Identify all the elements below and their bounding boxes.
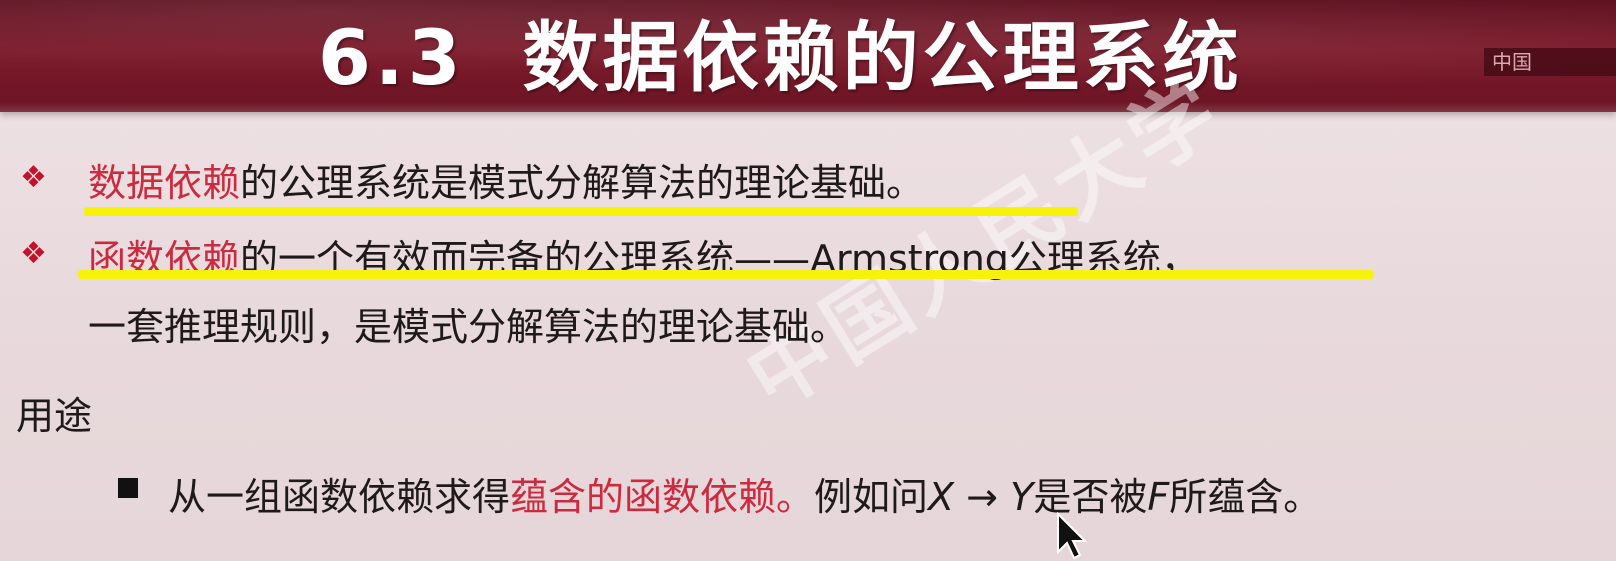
sub-item-part4: 所蕴含。 (1169, 475, 1322, 519)
bullet-1: ❖ 数据依赖的公理系统是模式分解算法的理论基础。 (0, 152, 1616, 212)
mouse-pointer-icon (1057, 512, 1088, 560)
diamond-bullet-icon: ❖ (20, 236, 47, 271)
sub-item-part2: 例如问 (814, 475, 929, 519)
variable-x: X (928, 475, 955, 519)
slide: 6.3 数据依赖的公理系统 中国 中国人民大学 ❖ 数据依赖的公理系统是模式分解算… (0, 0, 1616, 561)
bullet-2-continuation: 一套推理规则，是模式分解算法的理论基础。 (88, 296, 848, 351)
sub-item-text: 从一组函数依赖求得蕴含的函数依赖。例如问X → Y是否被F所蕴含。 (168, 466, 1321, 521)
bullet-1-rest: 的公理系统是模式分解算法的理论基础。 (240, 161, 925, 205)
section-label: 用途 (16, 394, 93, 438)
publisher-logo: 中国 (1484, 48, 1616, 76)
variable-f: F (1147, 475, 1170, 519)
highlight-underline-1 (84, 207, 1078, 216)
title-bar: 6.3 数据依赖的公理系统 中国 (0, 0, 1616, 112)
arrow-symbol: → (954, 475, 1011, 519)
sub-item-part1: 从一组函数依赖求得 (168, 475, 511, 519)
title-text: 数据依赖的公理系统 (522, 13, 1243, 102)
sub-item-red: 蕴含的函数依赖。 (510, 475, 815, 519)
diamond-bullet-icon: ❖ (20, 160, 47, 195)
bullet-1-text: 数据依赖的公理系统是模式分解算法的理论基础。 (88, 152, 924, 207)
slide-title: 6.3 数据依赖的公理系统 (318, 8, 1243, 108)
square-bullet-icon (118, 478, 138, 498)
section-number: 6.3 (318, 13, 465, 102)
variable-y: Y (1010, 475, 1034, 519)
bullet-1-highlight: 数据依赖 (88, 161, 241, 205)
highlight-underline-2 (78, 270, 1374, 279)
bullet-2: ❖ 函数依赖的一个有效而完备的公理系统——Armstrong公理系统， (0, 228, 1616, 288)
bullet-2-continuation-text: 一套推理规则，是模式分解算法的理论基础。 (88, 305, 849, 349)
